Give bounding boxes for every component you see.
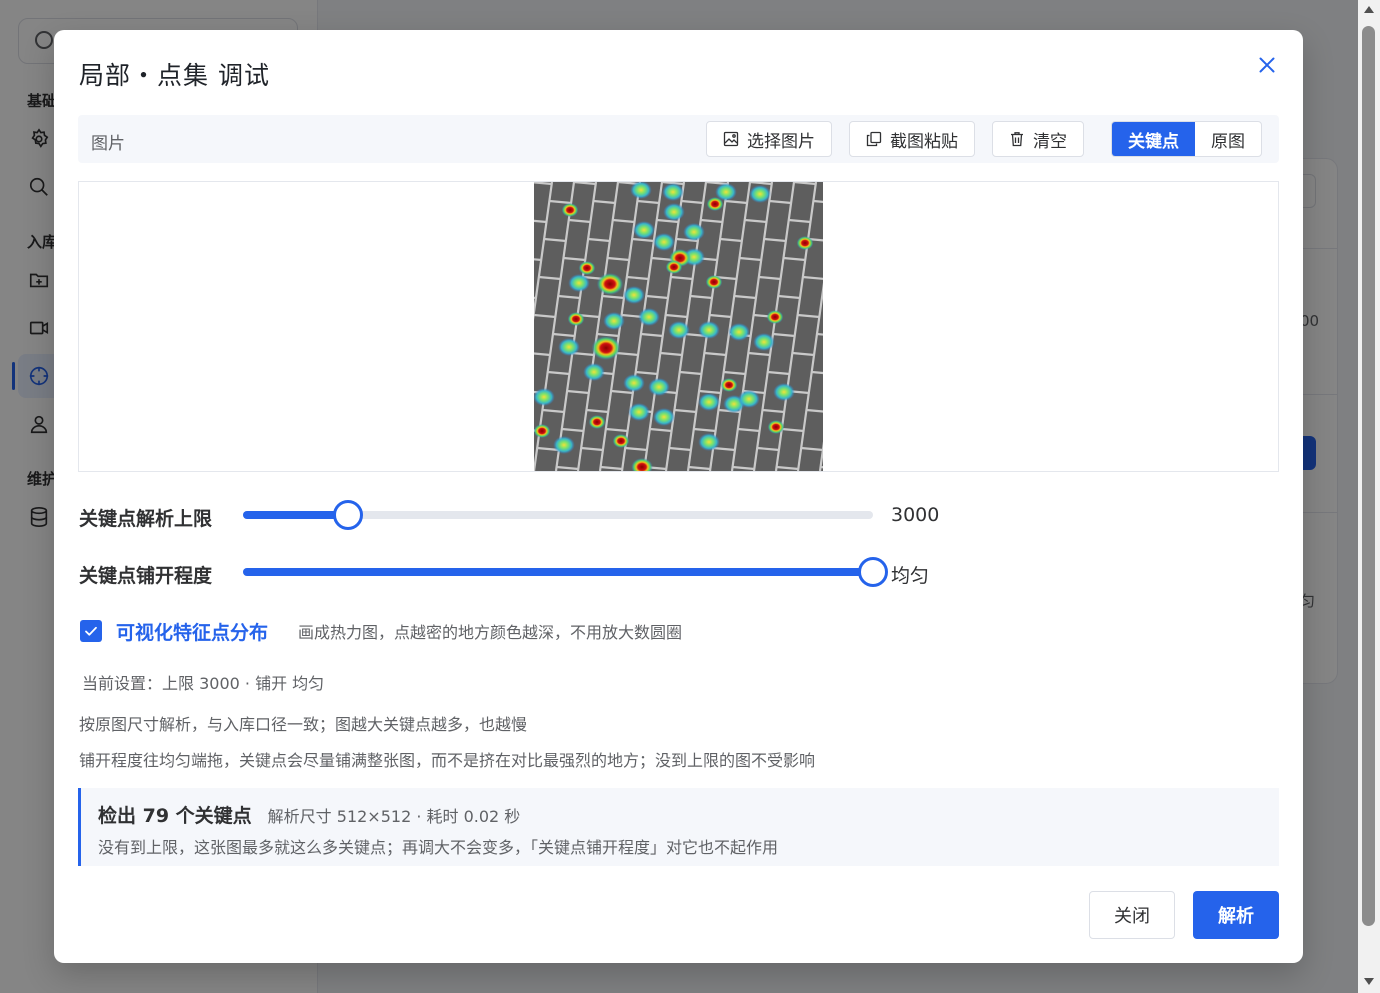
spread-slider-handle[interactable]: [858, 557, 888, 587]
keypoint-debug-dialog: 局部・点集 调试 图片 选择图片 截图粘贴 清空 关键点 原图 关键点解析上限 …: [54, 30, 1303, 963]
limit-value: 3000: [891, 504, 940, 526]
heat-spot: [553, 436, 575, 454]
heat-spot: [583, 363, 605, 381]
heat-spot: [561, 203, 579, 217]
paste-screenshot-button[interactable]: 截图粘贴: [849, 121, 975, 157]
heat-spot: [796, 236, 814, 250]
heat-spot: [648, 378, 670, 396]
heat-spot: [558, 338, 580, 356]
image-icon: [723, 131, 739, 147]
heat-spot: [766, 310, 784, 324]
close-button[interactable]: 关闭: [1089, 891, 1175, 939]
heat-spot: [668, 321, 690, 339]
visualize-label[interactable]: 可视化特征点分布: [116, 618, 268, 645]
heat-spot: [588, 415, 606, 429]
spread-slider-label: 关键点铺开程度: [79, 565, 213, 587]
heat-spot: [596, 273, 624, 295]
select-image-button[interactable]: 选择图片: [706, 121, 832, 157]
image-preview: [78, 181, 1279, 472]
heat-spot: [603, 312, 625, 330]
view-mode-toggle: 关键点 原图: [1111, 121, 1262, 157]
current-settings: 当前设置：上限 3000 · 铺开 均匀: [82, 674, 325, 693]
check-icon: [85, 626, 97, 636]
note-line: 按原图尺寸解析，与入库口径一致；图越大关键点越多，也越慢: [79, 715, 528, 734]
result-panel: 检出 79 个关键点 解析尺寸 512×512 · 耗时 0.02 秒 没有到上…: [78, 788, 1279, 866]
scrollbar-thumb[interactable]: [1362, 26, 1375, 926]
heat-spot: [612, 434, 630, 448]
note-line: 铺开程度往均匀端拖，关键点会尽量铺满整张图，而不是挤在对比最强烈的地方；没到上限…: [79, 751, 816, 770]
heat-spot: [705, 275, 723, 289]
scroll-down-arrow-icon[interactable]: [1364, 978, 1374, 985]
image-toolbar: 图片 选择图片 截图粘贴 清空 关键点 原图: [78, 115, 1279, 163]
paste-screenshot-label: 截图粘贴: [890, 131, 958, 152]
copy-icon: [866, 131, 882, 147]
view-original-tab[interactable]: 原图: [1195, 122, 1261, 156]
parse-button[interactable]: 解析: [1193, 891, 1279, 939]
clear-label: 清空: [1033, 131, 1067, 152]
spread-slider[interactable]: [243, 557, 888, 587]
heat-spot: [662, 183, 684, 201]
heat-spot: [753, 333, 775, 351]
visualize-option: 可视化特征点分布 画成热力图，点越密的地方颜色越深，不用放大数圆圈: [80, 618, 682, 644]
view-keypoints-tab[interactable]: 关键点: [1112, 122, 1195, 156]
heat-spot: [720, 378, 738, 392]
limit-slider-label: 关键点解析上限: [79, 508, 213, 530]
heat-spot: [663, 203, 685, 221]
scroll-up-arrow-icon[interactable]: [1364, 6, 1374, 13]
heat-spot: [698, 433, 720, 451]
result-title: 检出 79 个关键点: [98, 805, 252, 827]
dialog-title: 局部・点集 调试: [79, 61, 270, 90]
visualize-checkbox[interactable]: [80, 620, 102, 642]
heat-spot: [698, 321, 720, 339]
heat-spot: [653, 233, 675, 251]
heat-spot: [568, 274, 590, 292]
heat-spot: [623, 374, 645, 392]
heat-spot: [738, 390, 760, 408]
spread-slider-fill: [243, 568, 873, 576]
limit-slider[interactable]: [243, 500, 873, 530]
clear-button[interactable]: 清空: [992, 121, 1084, 157]
trash-icon: [1011, 132, 1023, 147]
visualize-description: 画成热力图，点越密的地方颜色越深，不用放大数圆圈: [298, 623, 683, 642]
select-image-label: 选择图片: [747, 131, 815, 152]
heat-spot: [623, 286, 645, 304]
heat-spot: [653, 408, 675, 426]
heat-spot: [767, 420, 785, 434]
limit-slider-fill: [243, 511, 348, 519]
heat-spot: [633, 221, 655, 239]
heat-spot: [698, 393, 720, 411]
keypoint-heatmap-image: [534, 182, 823, 471]
heat-spot: [534, 424, 551, 438]
heat-spot: [578, 261, 596, 275]
heat-spot: [773, 383, 795, 401]
limit-slider-handle[interactable]: [332, 500, 363, 530]
close-icon[interactable]: [1254, 52, 1280, 78]
heat-spot: [534, 388, 555, 406]
page-scrollbar[interactable]: [1358, 0, 1380, 993]
heat-spot: [728, 323, 750, 341]
heat-spot: [706, 197, 724, 211]
heat-spot: [683, 223, 705, 241]
heat-spot: [749, 185, 771, 203]
spread-value: 均匀: [891, 565, 930, 587]
heat-spot: [638, 308, 660, 326]
toolbar-label: 图片: [91, 134, 125, 154]
result-detail: 没有到上限，这张图最多就这么多关键点；再调大不会变多，「关键点铺开程度」对它也不…: [98, 838, 779, 857]
result-meta: 解析尺寸 512×512 · 耗时 0.02 秒: [267, 807, 521, 826]
heat-spot: [591, 336, 621, 360]
heat-spot: [665, 260, 683, 274]
heat-spot: [567, 312, 585, 326]
heat-spot: [628, 403, 650, 421]
